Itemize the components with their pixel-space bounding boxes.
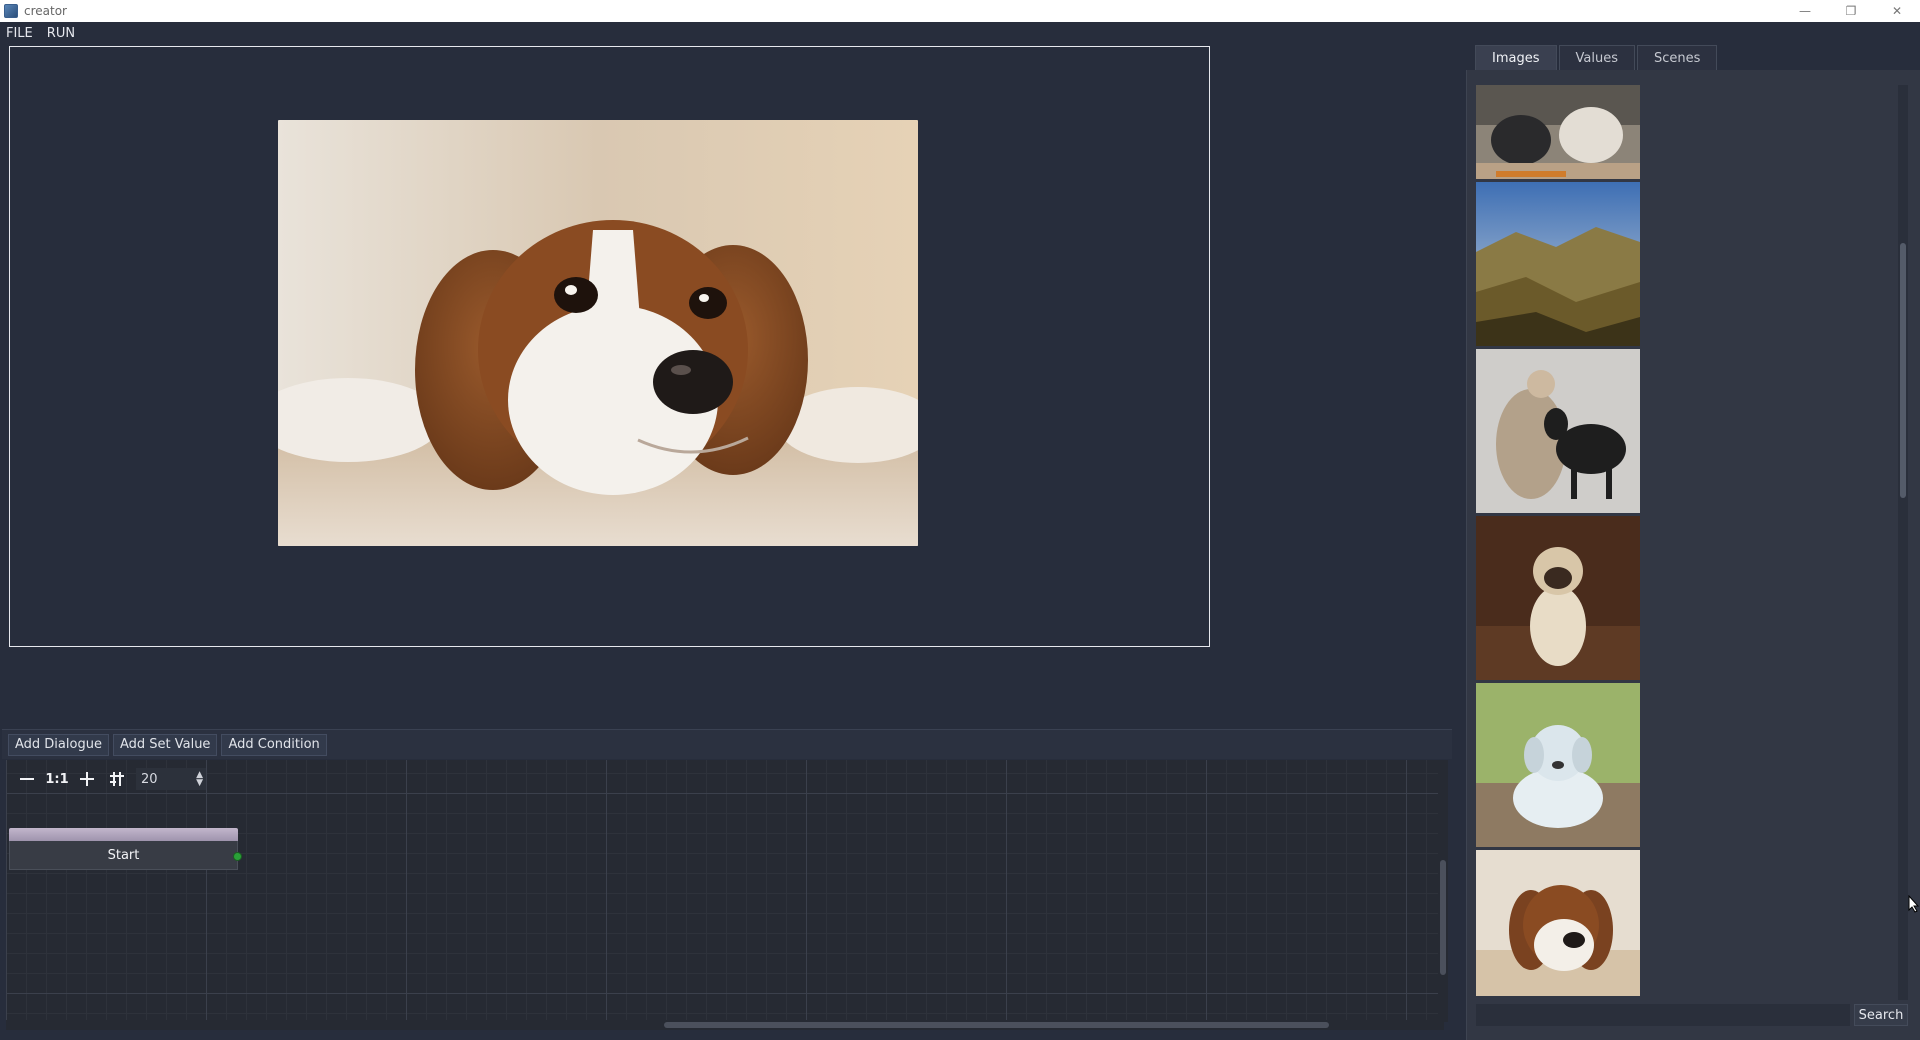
close-button[interactable]: ✕ [1874,0,1920,22]
thumbnail-list-scrollbar[interactable] [1898,85,1908,1000]
scene-image [278,120,918,546]
app-icon [4,4,18,18]
node-graph-canvas[interactable]: 1:1 20 ▲ ▼ Start [6,760,1444,1022]
scene-preview[interactable] [9,46,1210,647]
thumbnail-mountain-landscape[interactable] [1476,182,1640,346]
menu-run[interactable]: RUN [47,26,75,41]
restore-button[interactable]: ❐ [1828,0,1874,22]
graph-vertical-scrollbar[interactable] [1438,760,1448,1022]
resource-tabs: Images Values Scenes [1475,45,1719,71]
start-node[interactable]: Start [9,828,242,870]
title-bar: creator — ❐ ✕ [0,0,1920,22]
grid-size-input[interactable]: 20 ▲ ▼ [136,768,206,790]
graph-horizontal-scrollbar[interactable] [6,1020,1444,1030]
thumbnail-people-sitting[interactable] [1476,85,1640,179]
grid-size-value: 20 [141,771,158,787]
window-controls: — ❐ ✕ [1782,0,1920,22]
menu-bar: FILE RUN [0,22,1460,44]
node-editor-toolbar: Add Dialogue Add Set Value Add Condition [2,729,1452,759]
mouse-cursor-icon [1908,894,1920,913]
add-condition-button[interactable]: Add Condition [221,733,327,756]
tab-images[interactable]: Images [1475,45,1557,71]
image-search-bar: Search [1476,1004,1908,1028]
add-dialogue-button[interactable]: Add Dialogue [8,733,109,756]
spinner-arrows-icon[interactable]: ▲ ▼ [196,771,205,788]
output-port[interactable] [233,852,242,861]
start-node-label: Start [9,841,238,870]
minimize-button[interactable]: — [1782,0,1828,22]
search-input[interactable] [1476,1004,1850,1026]
tab-scenes[interactable]: Scenes [1636,45,1718,71]
scrollbar-thumb[interactable] [664,1022,1329,1028]
menu-file[interactable]: FILE [6,26,33,41]
thumbnail-pug-standing[interactable] [1476,516,1640,680]
window-title: creator [24,4,67,18]
scrollbar-thumb[interactable] [1440,860,1446,975]
add-set-value-button[interactable]: Add Set Value [112,733,218,756]
tab-values[interactable]: Values [1558,45,1635,71]
zoom-in-icon[interactable] [76,768,98,790]
reset-zoom-button[interactable]: 1:1 [45,768,68,790]
search-button[interactable]: Search [1854,1004,1908,1026]
node-header[interactable] [9,828,238,841]
thumbnail-spaniel-lying[interactable] [1476,850,1640,996]
thumbnail-white-puppy-lying[interactable] [1476,683,1640,847]
graph-tools: 1:1 20 ▲ ▼ [16,768,206,790]
scrollbar-thumb[interactable] [1900,243,1906,498]
thumbnail-soldier-with-black-dog[interactable] [1476,349,1640,513]
image-thumbnail-list[interactable] [1476,85,1642,1000]
zoom-out-icon[interactable] [16,768,38,790]
grid-snap-icon[interactable] [106,768,128,790]
